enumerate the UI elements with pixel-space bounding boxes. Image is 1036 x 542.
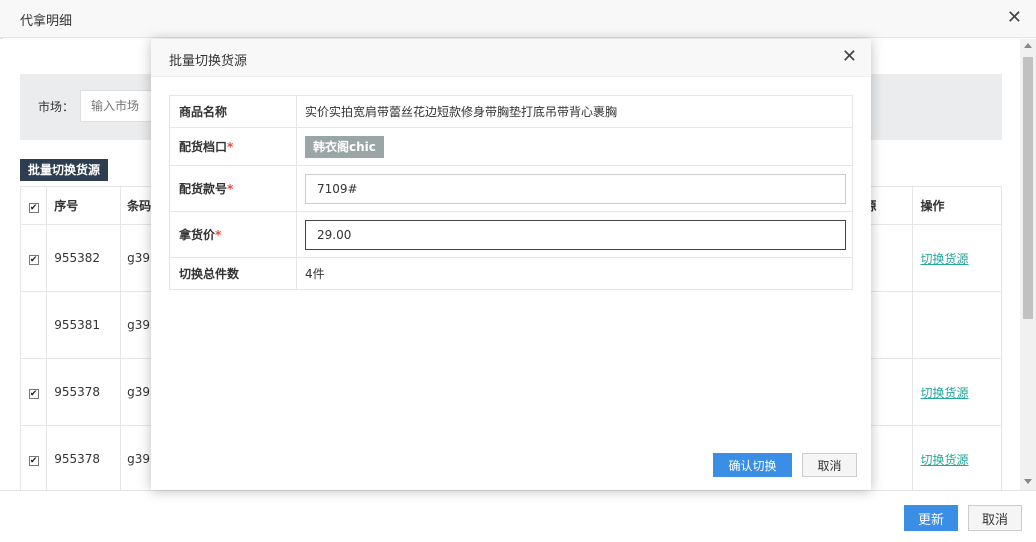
row-operation: 切换货源	[911, 425, 1003, 490]
required-mark: *	[227, 140, 234, 154]
header-operation: 操作	[911, 186, 1003, 225]
cancel-button[interactable]: 取消	[968, 505, 1022, 531]
scroll-thumb[interactable]	[1023, 57, 1033, 319]
row-check-cell: ✔	[19, 224, 48, 292]
form-row-total: 切换总件数 4件	[169, 257, 853, 290]
row-operation	[911, 291, 1003, 359]
row-id: 955382	[46, 224, 122, 292]
header-source: 源	[863, 186, 913, 225]
header-id: 序号	[46, 186, 122, 225]
market-filter-label: 市场：	[38, 100, 75, 114]
stall-tag: 韩衣阁chic	[305, 135, 384, 158]
checkbox[interactable]: ✔	[28, 202, 39, 213]
price-label-cell: 拿货价*	[169, 211, 297, 258]
confirm-switch-button[interactable]: 确认切换	[713, 453, 792, 477]
row-id: 955381	[46, 291, 122, 359]
checkbox[interactable]: ✔	[28, 456, 39, 466]
product-name-label: 商品名称	[169, 95, 297, 128]
price-label: 拿货价	[179, 228, 216, 242]
form-row-product-name: 商品名称 实价实拍宽肩带蕾丝花边短款修身带胸垫打底吊带背心裹胸	[169, 95, 853, 128]
row-source	[863, 358, 913, 426]
stall-label: 配货档口	[179, 140, 228, 154]
row-check-cell: ✔	[19, 358, 48, 426]
row-check-cell: ✔	[19, 425, 48, 490]
outer-dialog-title: 代拿明细	[20, 14, 73, 29]
price-value-cell	[296, 211, 853, 258]
form-row-price: 拿货价*	[169, 211, 853, 258]
product-name-value: 实价实拍宽肩带蕾丝花边短款修身带胸垫打底吊带背心裹胸	[296, 95, 853, 128]
header-select-all[interactable]: ✔	[19, 186, 48, 225]
form-row-style-no: 配货款号*	[169, 165, 853, 212]
batch-switch-source-modal: 批量切换货源 ✕ 商品名称 实价实拍宽肩带蕾丝花边短款修身带胸垫打底吊带背心裹胸…	[151, 39, 871, 490]
close-icon[interactable]: ✕	[842, 48, 857, 66]
style-no-label: 配货款号	[179, 182, 228, 196]
row-source	[863, 224, 913, 292]
switch-source-link[interactable]: 切换货源	[921, 453, 969, 467]
batch-switch-source-button[interactable]: 批量切换货源	[20, 159, 109, 181]
row-source	[863, 291, 913, 359]
row-source	[863, 425, 913, 490]
stall-value-cell: 韩衣阁chic	[296, 127, 853, 166]
total-label: 切换总件数	[169, 257, 297, 290]
price-input[interactable]	[305, 219, 846, 250]
row-operation: 切换货源	[911, 224, 1003, 292]
update-button[interactable]: 更新	[904, 505, 958, 531]
scroll-up-icon[interactable]	[1024, 43, 1032, 48]
row-check-cell	[19, 291, 48, 359]
form-row-stall: 配货档口* 韩衣阁chic	[169, 127, 853, 166]
scroll-down-icon[interactable]	[1024, 479, 1032, 484]
checkbox[interactable]: ✔	[28, 389, 39, 399]
style-no-input[interactable]	[305, 173, 846, 204]
style-no-label-cell: 配货款号*	[169, 165, 297, 212]
checkbox[interactable]: ✔	[28, 255, 39, 265]
vertical-scrollbar[interactable]	[1020, 39, 1036, 490]
modal-title: 批量切换货源	[169, 54, 248, 69]
total-value: 4件	[296, 257, 853, 290]
required-mark: *	[227, 182, 234, 196]
switch-source-link[interactable]: 切换货源	[921, 386, 969, 400]
row-operation: 切换货源	[911, 358, 1003, 426]
stall-label-cell: 配货档口*	[169, 127, 297, 166]
outer-dialog-header: 代拿明细 ✕	[0, 0, 1036, 38]
switch-source-form: 商品名称 实价实拍宽肩带蕾丝花边短款修身带胸垫打底吊带背心裹胸 配货档口* 韩衣…	[169, 95, 853, 290]
row-id: 955378	[46, 358, 122, 426]
required-mark: *	[215, 228, 222, 242]
outer-dialog-footer: 更新 取消	[0, 490, 1036, 542]
switch-source-link[interactable]: 切换货源	[921, 252, 969, 266]
row-id: 955378	[46, 425, 122, 490]
style-no-value-cell	[296, 165, 853, 212]
modal-cancel-button[interactable]: 取消	[802, 453, 857, 477]
close-icon[interactable]: ✕	[1007, 9, 1022, 27]
modal-header: 批量切换货源 ✕	[151, 39, 871, 77]
